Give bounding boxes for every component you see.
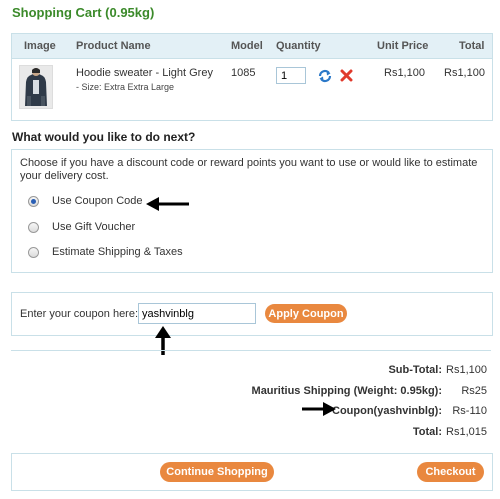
option-label: Use Coupon Code: [52, 195, 143, 207]
cart-actions: Continue Shopping Checkout: [11, 453, 493, 491]
shipping-value: Rs25: [461, 385, 487, 397]
option-label: Estimate Shipping & Taxes: [52, 246, 183, 258]
cart-table: Image Product Name Model Quantity Unit P…: [11, 33, 493, 121]
coupon-panel: Enter your coupon here: Apply Coupon: [11, 292, 493, 336]
checkout-button[interactable]: Checkout: [417, 462, 484, 482]
product-image[interactable]: [19, 65, 53, 109]
radio-use-coupon[interactable]: [28, 196, 39, 207]
line-total: Rs1,100: [444, 67, 485, 79]
radio-estimate-shipping[interactable]: [28, 247, 39, 258]
product-name-link[interactable]: Hoodie sweater - Light Grey: [76, 67, 213, 79]
coupon-label: Enter your coupon here:: [20, 308, 139, 320]
column-product-name: Product Name: [76, 40, 151, 52]
shipping-label: Mauritius Shipping (Weight: 0.95kg):: [251, 385, 442, 397]
option-label: Use Gift Voucher: [52, 221, 136, 233]
column-image: Image: [24, 40, 56, 52]
remove-icon[interactable]: [340, 69, 353, 85]
column-quantity: Quantity: [276, 40, 321, 52]
subtotal-value: Rs1,100: [446, 364, 487, 376]
radio-use-gift-voucher[interactable]: [28, 222, 39, 233]
cart-table-header: Image Product Name Model Quantity Unit P…: [12, 34, 492, 59]
column-total: Total: [459, 40, 485, 52]
product-model: 1085: [231, 67, 256, 79]
coupon-discount-value: Rs-110: [452, 405, 487, 417]
apply-coupon-button[interactable]: Apply Coupon: [265, 304, 347, 323]
column-model: Model: [231, 40, 263, 52]
update-icon[interactable]: [318, 69, 332, 86]
coupon-discount-label: Coupon(yashvinblg):: [332, 405, 442, 417]
right-arrow-icon: [302, 402, 336, 416]
next-step-options: Choose if you have a discount code or re…: [11, 149, 493, 273]
options-intro: Choose if you have a discount code or re…: [20, 157, 478, 182]
product-option: - Size: Extra Extra Large: [76, 82, 175, 92]
grand-total-label: Total:: [412, 426, 442, 438]
grand-total-value: Rs1,015: [446, 426, 487, 438]
continue-shopping-button[interactable]: Continue Shopping: [160, 462, 274, 482]
next-step-heading: What would you like to do next?: [12, 130, 196, 144]
page-title: Shopping Cart (0.95kg): [12, 5, 155, 20]
left-arrow-icon: [146, 197, 189, 211]
coupon-input[interactable]: [138, 303, 256, 324]
quantity-input[interactable]: [276, 67, 306, 84]
subtotal-label: Sub-Total:: [388, 364, 442, 376]
totals-divider: [11, 350, 491, 351]
unit-price: Rs1,100: [384, 67, 425, 79]
column-unit-price: Unit Price: [377, 40, 429, 52]
